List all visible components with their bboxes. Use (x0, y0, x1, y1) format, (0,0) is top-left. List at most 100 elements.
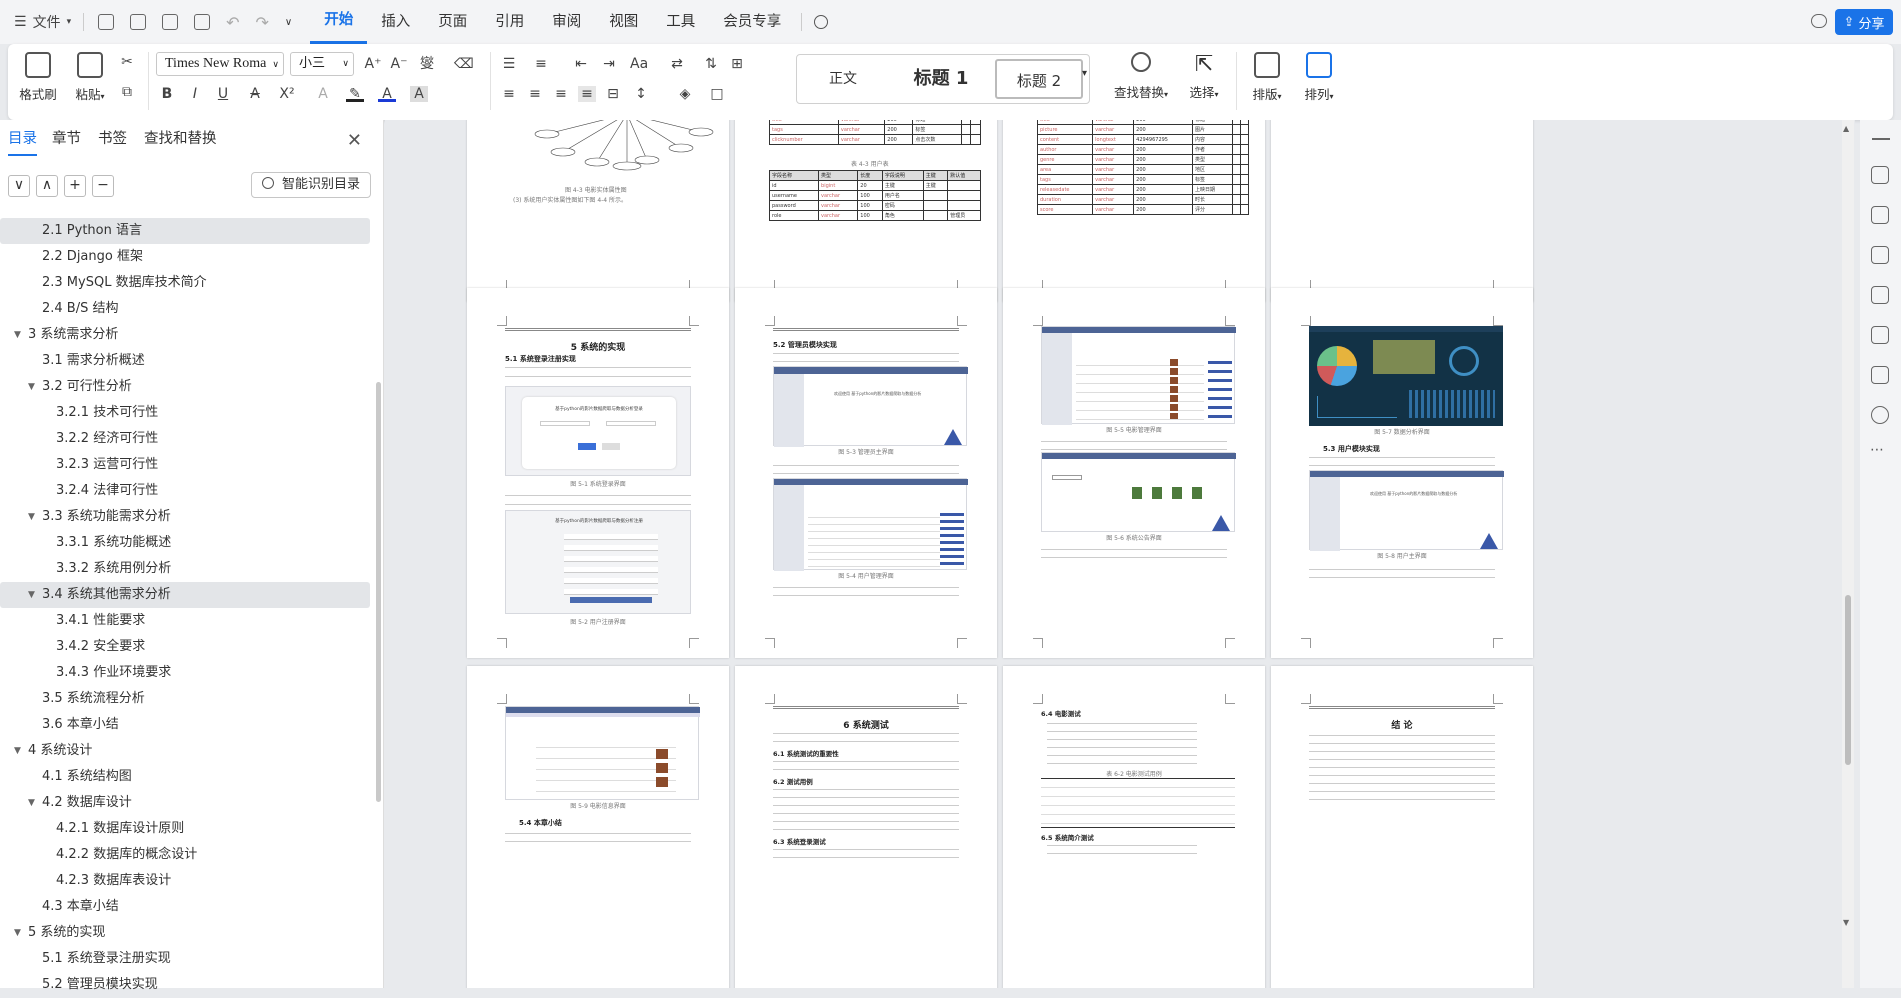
line-spacing-icon[interactable]: ↕ (632, 86, 650, 102)
tab-find-replace[interactable]: 查找和替换 (144, 128, 217, 156)
book-icon[interactable] (1871, 366, 1889, 384)
expand-arrow-icon[interactable]: ▼ (28, 790, 35, 816)
toc-item[interactable]: 2.3 MySQL 数据库技术简介 (0, 270, 374, 296)
help-icon[interactable] (1871, 406, 1889, 424)
cursor-select-icon[interactable] (1871, 206, 1889, 224)
toc-item[interactable]: 5.2 管理员模块实现 (0, 972, 374, 998)
expand-up-button[interactable]: ∧ (36, 175, 58, 197)
collapse-all-button[interactable]: ∨ (8, 175, 30, 197)
toc-item[interactable]: 2.1 Python 语言 (0, 218, 370, 244)
tab-references[interactable]: 引用 (481, 0, 538, 44)
share-button[interactable]: ⇪ 分享 (1835, 9, 1893, 35)
font-name-select[interactable]: Times New Roma ∨ (156, 52, 284, 76)
distribute-icon[interactable]: ⊟ (604, 86, 622, 102)
toc-item[interactable]: 2.2 Django 框架 (0, 244, 374, 270)
phonetic-icon[interactable]: 燮 (418, 56, 436, 72)
file-menu[interactable]: ☰ 文件 ▾ (8, 7, 77, 37)
select-button[interactable]: ⇱ 选择▾ (1180, 52, 1228, 101)
layout-button[interactable]: 排版▾ (1244, 52, 1290, 103)
paste-button[interactable]: 粘贴▾ (68, 52, 112, 103)
remove-heading-button[interactable]: − (92, 175, 114, 197)
search-icon[interactable] (814, 15, 829, 29)
toc-item[interactable]: 3.3.2 系统用例分析 (0, 556, 374, 582)
toc-item[interactable]: 3.1 需求分析概述 (0, 348, 374, 374)
style-normal[interactable]: 正文 (803, 59, 883, 99)
bullet-list-icon[interactable]: ☰ (500, 56, 518, 72)
redo-icon[interactable]: ↷ (256, 13, 269, 32)
toc-item[interactable]: ▼ 5 系统的实现 (0, 920, 374, 946)
tab-review[interactable]: 审阅 (538, 0, 595, 44)
toc-item[interactable]: ▼ 3.3 系统功能需求分析 (0, 504, 374, 530)
decrease-indent-icon[interactable]: ⇤ (572, 56, 590, 72)
expand-arrow-icon[interactable]: ▼ (14, 920, 21, 946)
toc-item[interactable]: ▼ 3 系统需求分析 (0, 322, 374, 348)
align-left-icon[interactable]: ≡ (500, 86, 518, 102)
shrink-font-icon[interactable]: A⁻ (390, 56, 408, 72)
tab-tools[interactable]: 工具 (652, 0, 709, 44)
expand-arrow-icon[interactable]: ▼ (28, 504, 35, 530)
highlight-icon[interactable]: ✎ (346, 86, 364, 102)
smart-toc-button[interactable]: 智能识别目录 (250, 172, 371, 198)
toc-item[interactable]: 3.2.1 技术可行性 (0, 400, 374, 426)
arrange-button[interactable]: 排列▾ (1296, 52, 1342, 103)
char-shading-icon[interactable]: A (410, 86, 428, 102)
justify-icon[interactable]: ≡ (578, 86, 596, 102)
strikethrough-icon[interactable]: A (246, 86, 264, 102)
grow-font-icon[interactable]: A⁺ (364, 56, 382, 72)
expand-arrow-icon[interactable]: ▼ (14, 738, 21, 764)
scroll-up-icon[interactable]: ▲ (1843, 124, 1849, 133)
align-center-icon[interactable]: ≡ (526, 86, 544, 102)
case-icon[interactable]: Aa (630, 56, 648, 72)
print-icon[interactable] (162, 14, 179, 30)
tab-home[interactable]: 开始 (310, 0, 368, 44)
tab-insert[interactable]: 插入 (367, 0, 424, 44)
gallery-expand-icon[interactable]: ▾ (1082, 68, 1087, 79)
font-color-icon[interactable]: A (378, 86, 396, 102)
toc-item[interactable]: 4.2.3 数据库表设计 (0, 868, 374, 894)
tab-bookmarks[interactable]: 书签 (98, 128, 127, 156)
show-marks-icon[interactable]: ⊞ (728, 56, 746, 72)
toc-item[interactable]: 3.2.2 经济可行性 (0, 426, 374, 452)
toc-item[interactable]: 3.3.1 系统功能概述 (0, 530, 374, 556)
toc-item[interactable]: 5.1 系统登录注册实现 (0, 946, 374, 972)
underline-icon[interactable]: U (214, 86, 232, 102)
toc-item[interactable]: 4.2.1 数据库设计原则 (0, 816, 374, 842)
bold-icon[interactable]: B (158, 86, 176, 102)
italic-icon[interactable]: I (186, 86, 204, 102)
border-icon[interactable]: □ (708, 86, 726, 102)
find-replace-button[interactable]: 查找替换▾ (1108, 52, 1174, 101)
tab-view[interactable]: 视图 (595, 0, 652, 44)
tab-page[interactable]: 页面 (424, 0, 481, 44)
toc-item[interactable]: 4.1 系统结构图 (0, 764, 374, 790)
toc-item[interactable]: 2.4 B/S 结构 (0, 296, 374, 322)
fill-color-icon[interactable]: ◈ (676, 86, 694, 102)
text-effect-icon[interactable]: A (314, 86, 332, 102)
copy-icon[interactable]: ⧉ (118, 84, 136, 100)
font-size-select[interactable]: 小三 ∨ (290, 52, 354, 76)
expand-arrow-icon[interactable]: ▼ (28, 582, 35, 608)
align-right-icon[interactable]: ≡ (552, 86, 570, 102)
sort-icon[interactable]: ⇅ (702, 56, 720, 72)
superscript-icon[interactable]: X² (278, 86, 296, 102)
more-icon[interactable]: ⋯ (1870, 442, 1884, 458)
tab-toc[interactable]: 目录 (8, 128, 37, 156)
toc-item[interactable]: 3.6 本章小结 (0, 712, 374, 738)
undo-icon[interactable]: ↶ (226, 13, 239, 32)
chat-icon[interactable] (1811, 14, 1827, 28)
style-heading-2[interactable]: 标题 2 (995, 59, 1083, 99)
toc-item[interactable]: 3.5 系统流程分析 (0, 686, 374, 712)
toc-item[interactable]: 3.2.4 法律可行性 (0, 478, 374, 504)
toc-item[interactable]: 3.2.3 运营可行性 (0, 452, 374, 478)
expand-arrow-icon[interactable]: ▼ (28, 374, 35, 400)
increase-indent-icon[interactable]: ⇥ (600, 56, 618, 72)
chevron-down-icon[interactable]: ∨ (285, 17, 292, 28)
scroll-thumb[interactable] (1845, 595, 1851, 765)
toc-item[interactable]: 4.3 本章小结 (0, 894, 374, 920)
format-painter-button[interactable]: 格式刷 (16, 52, 60, 103)
sidebar-scrollbar[interactable] (376, 382, 381, 802)
toc-item[interactable]: 3.4.3 作业环境要求 (0, 660, 374, 686)
expand-arrow-icon[interactable]: ▼ (14, 322, 21, 348)
tab-member[interactable]: 会员专享 (709, 0, 795, 44)
cut-icon[interactable]: ✂ (118, 54, 136, 70)
document-scrollbar[interactable]: ▲ ▼ (1842, 120, 1854, 988)
